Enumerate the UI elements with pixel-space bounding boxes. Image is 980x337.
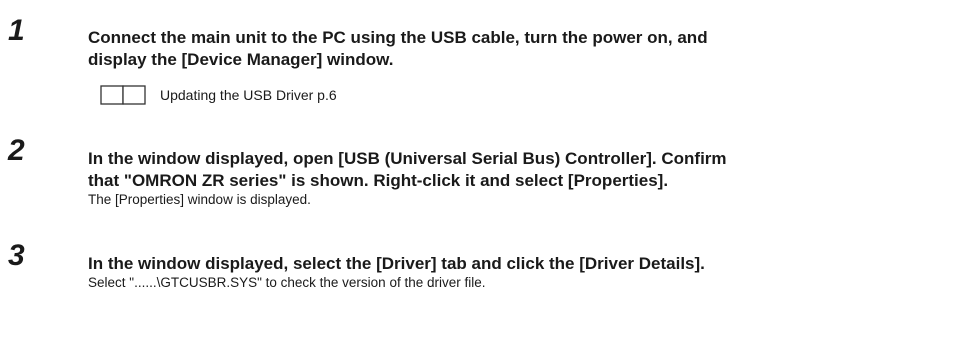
step-title-line: In the window displayed, open [USB (Univ… (88, 149, 727, 168)
step-number: 1 (8, 14, 25, 47)
manual-book-icon (100, 85, 148, 105)
step-note: The [Properties] window is displayed. (88, 192, 311, 207)
step-title-line: that "OMRON ZR series" is shown. Right-c… (88, 171, 669, 190)
step-number: 3 (8, 239, 25, 272)
step-title-line: display the [Device Manager] window. (88, 50, 394, 69)
step-number: 2 (8, 134, 25, 167)
step-title-line: In the window displayed, select the [Dri… (88, 254, 705, 273)
step-title-line: Connect the main unit to the PC using th… (88, 28, 708, 47)
step-note: Select "......\GTCUSBR.SYS" to check the… (88, 275, 486, 290)
reference-text: Updating the USB Driver p.6 (160, 87, 337, 103)
